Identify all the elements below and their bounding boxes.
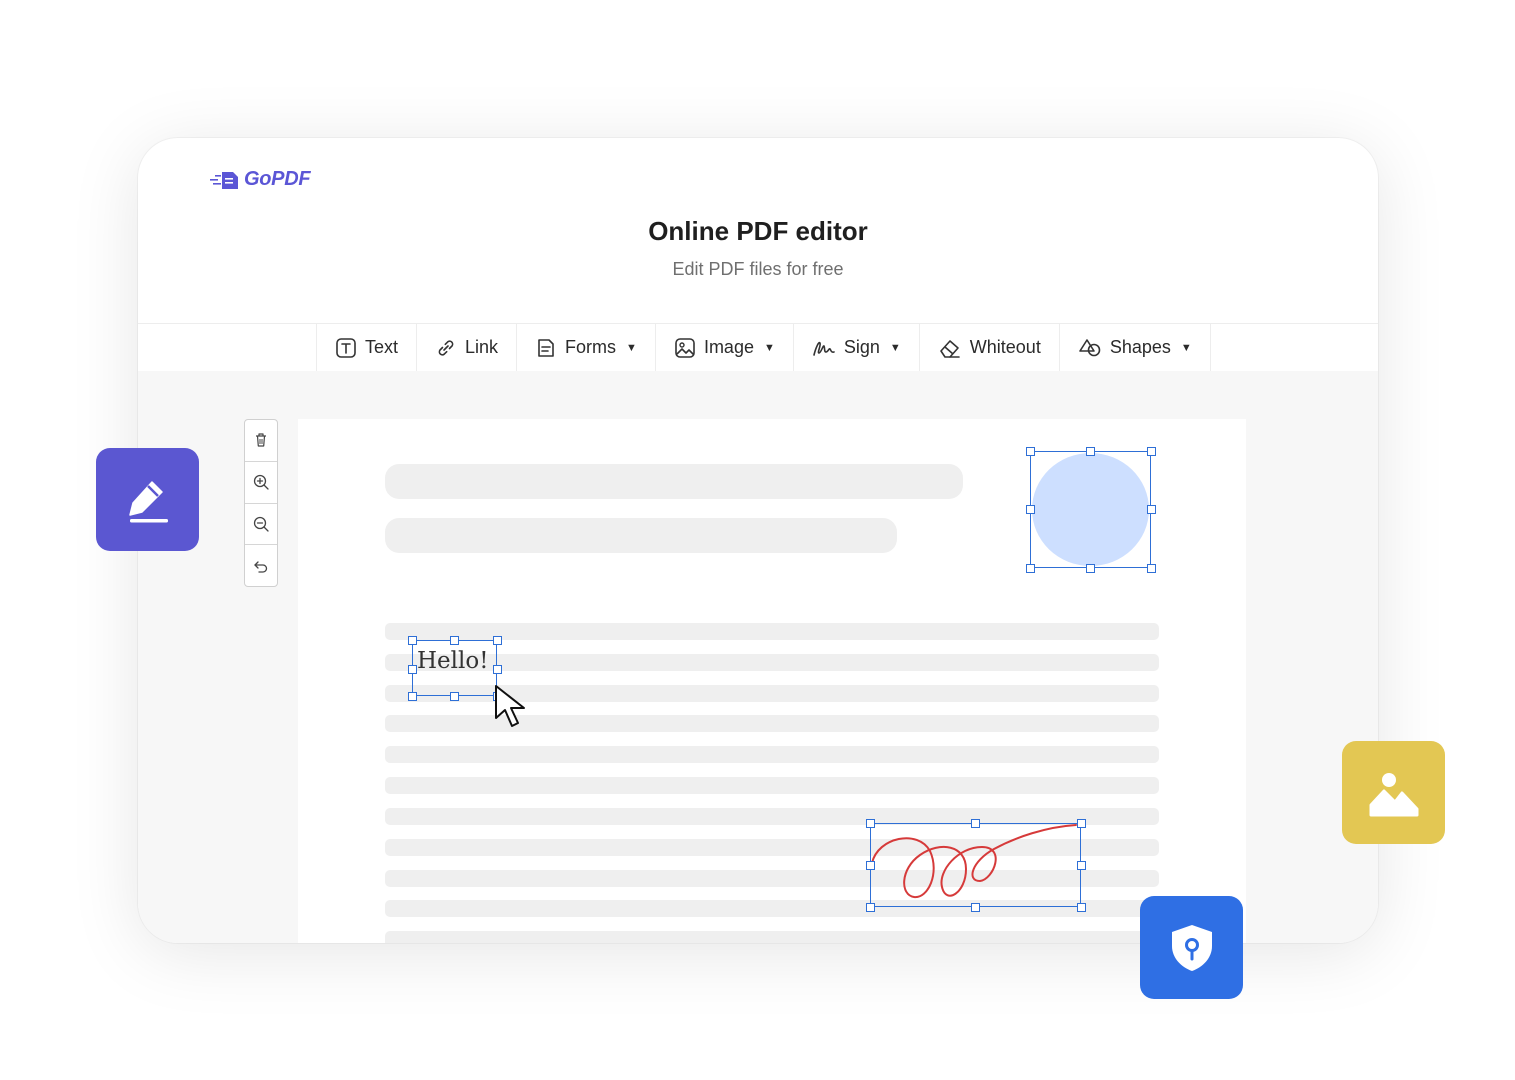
page-title: Online PDF editor — [648, 216, 868, 246]
tool-shapes[interactable]: Shapes ▼ — [1060, 324, 1211, 371]
tool-sign[interactable]: Sign ▼ — [794, 324, 920, 371]
tool-text-label: Text — [365, 337, 399, 357]
edit-feature-badge — [96, 448, 199, 551]
tool-text[interactable]: Text — [317, 324, 418, 371]
resize-handle[interactable] — [1077, 819, 1086, 828]
resize-handle[interactable] — [450, 636, 459, 645]
logo-icon — [210, 171, 238, 189]
zoom-in-icon — [253, 474, 269, 490]
eraser-icon — [939, 339, 960, 358]
undo-button[interactable] — [245, 545, 277, 586]
chevron-down-icon: ▼ — [1180, 341, 1192, 354]
mouse-cursor-icon — [495, 685, 525, 727]
tool-link-label: Link — [465, 337, 499, 357]
tool-whiteout-label: Whiteout — [969, 337, 1041, 357]
resize-handle[interactable] — [408, 665, 417, 674]
resize-handle[interactable] — [1086, 564, 1095, 573]
resize-handle[interactable] — [1026, 447, 1035, 456]
edit-pen-icon — [128, 480, 168, 522]
tool-link[interactable]: Link — [417, 324, 518, 371]
placeholder-line — [385, 746, 1159, 763]
zoom-in-button[interactable] — [245, 462, 277, 504]
chevron-down-icon: ▼ — [763, 341, 775, 354]
security-feature-badge — [1140, 896, 1243, 999]
image-feature-badge — [1342, 741, 1445, 844]
resize-handle[interactable] — [1147, 564, 1156, 573]
resize-handle[interactable] — [1077, 903, 1086, 912]
image-icon — [1369, 772, 1418, 816]
resize-handle[interactable] — [1026, 564, 1035, 573]
logo[interactable]: GoPDF — [210, 168, 311, 191]
text-annotation[interactable]: Hello! — [408, 636, 502, 701]
resize-handle[interactable] — [971, 819, 980, 828]
resize-handle[interactable] — [971, 903, 980, 912]
placeholder-subheading — [385, 518, 897, 553]
resize-handle[interactable] — [866, 903, 875, 912]
zoom-toolbar — [244, 419, 278, 587]
signature-annotation[interactable] — [866, 819, 1086, 912]
zoom-out-button[interactable] — [245, 504, 277, 546]
resize-handle[interactable] — [866, 819, 875, 828]
chevron-down-icon: ▼ — [626, 341, 637, 354]
resize-handle[interactable] — [450, 692, 459, 701]
placeholder-line — [385, 777, 1159, 794]
editor-window: GoPDF Online PDF editor Edit PDF files f… — [138, 138, 1378, 943]
text-icon — [336, 337, 356, 358]
tool-sign-label: Sign — [843, 337, 880, 357]
placeholder-heading — [385, 464, 963, 499]
chevron-down-icon: ▼ — [889, 341, 901, 354]
placeholder-line — [385, 931, 1159, 943]
tool-forms-label: Forms — [565, 337, 617, 357]
tool-whiteout[interactable]: Whiteout — [920, 324, 1060, 371]
tool-forms[interactable]: Forms ▼ — [517, 324, 656, 371]
link-icon — [438, 339, 454, 356]
image-icon — [675, 337, 695, 358]
resize-handle[interactable] — [1026, 505, 1035, 514]
resize-handle[interactable] — [1086, 447, 1095, 456]
trash-icon — [256, 433, 266, 447]
resize-handle[interactable] — [866, 861, 875, 870]
resize-handle[interactable] — [408, 636, 417, 645]
selection-box — [1030, 451, 1151, 568]
forms-icon — [538, 338, 554, 357]
tool-shapes-label: Shapes — [1109, 337, 1171, 357]
shield-lock-icon — [1171, 924, 1212, 971]
shapes-icon — [1079, 338, 1101, 356]
selection-box — [870, 823, 1081, 907]
resize-handle[interactable] — [1077, 861, 1086, 870]
circle-shape[interactable] — [1026, 447, 1156, 573]
sign-icon — [813, 341, 835, 356]
undo-icon — [254, 560, 268, 573]
resize-handle[interactable] — [1147, 447, 1156, 456]
resize-handle[interactable] — [1147, 505, 1156, 514]
resize-handle[interactable] — [408, 692, 417, 701]
resize-handle[interactable] — [493, 665, 502, 674]
annotation-text[interactable]: Hello! — [417, 648, 488, 674]
zoom-out-icon — [253, 516, 269, 532]
editor-workspace: Hello! — [138, 371, 1378, 943]
delete-button[interactable] — [245, 420, 277, 462]
toolbar: Text Link Forms ▼ Image ▼ Sign ▼ Whiteou… — [316, 324, 1211, 371]
pdf-page[interactable]: Hello! — [298, 419, 1246, 943]
resize-handle[interactable] — [493, 636, 502, 645]
tool-image[interactable]: Image ▼ — [656, 324, 794, 371]
page-subtitle: Edit PDF files for free — [672, 259, 844, 279]
toolbar-row: Text Link Forms ▼ Image ▼ Sign ▼ Whiteou… — [138, 323, 1378, 372]
logo-text: GoPDF — [244, 168, 311, 190]
tool-image-label: Image — [703, 337, 754, 357]
